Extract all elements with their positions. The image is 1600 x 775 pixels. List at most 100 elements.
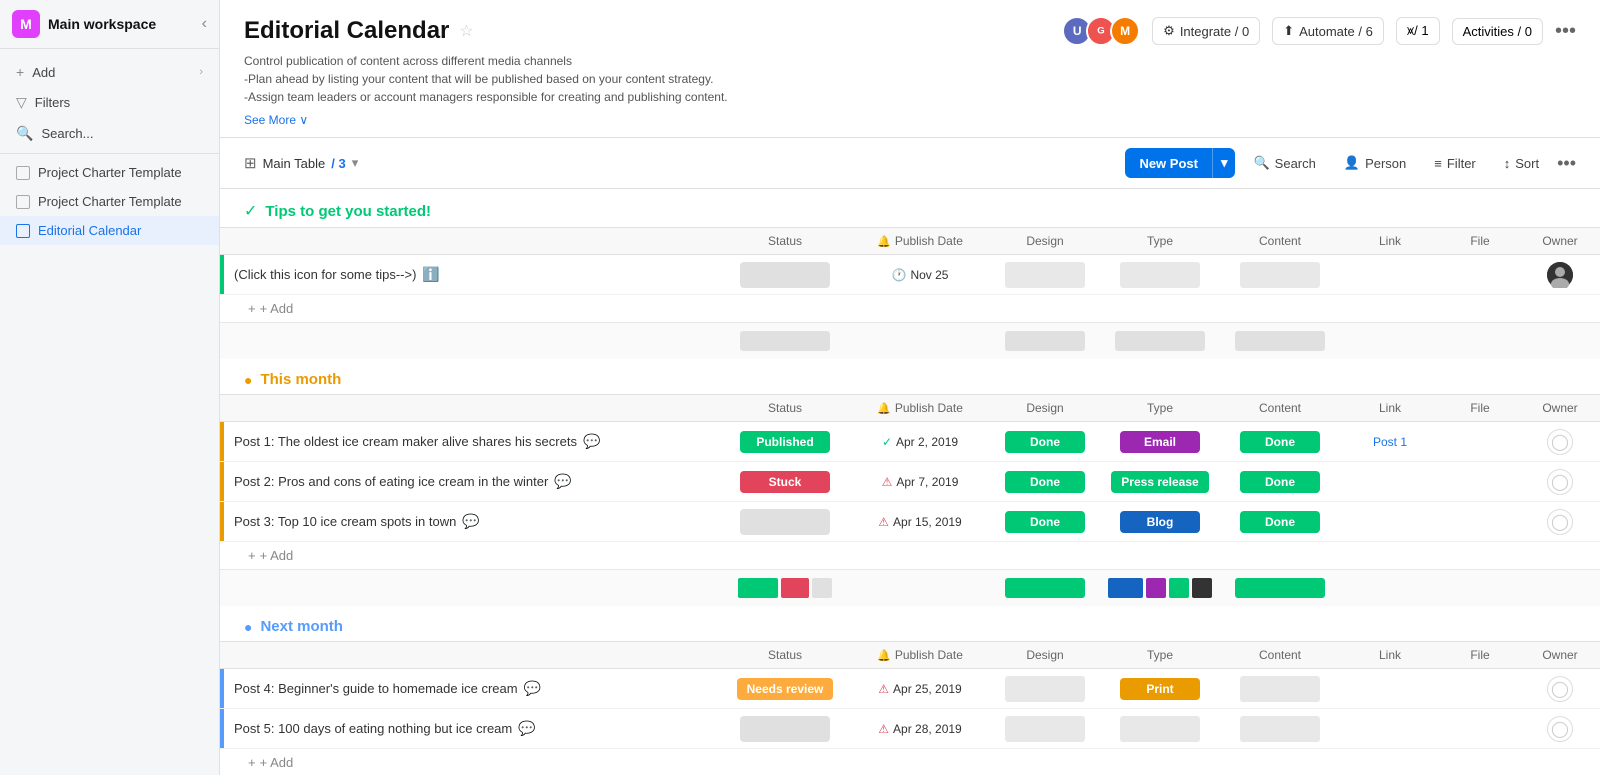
search-icon: 🔍 <box>16 125 33 142</box>
summary-owner <box>1520 337 1600 345</box>
chat-icon[interactable]: 💬 <box>583 433 600 450</box>
bar-email <box>1146 578 1166 598</box>
integrate-icon: ⚙ <box>1163 23 1175 39</box>
col-hdr-content-3: Content <box>1220 642 1340 668</box>
col-header-name <box>248 235 720 247</box>
summary-type <box>1100 327 1220 355</box>
empty-design <box>1005 262 1085 288</box>
toolbar-more-button[interactable]: ••• <box>1557 153 1576 174</box>
avatar-group: U G M <box>1062 16 1140 46</box>
sidebar-search-item[interactable]: 🔍 Search... <box>0 118 219 149</box>
integrate-label: Integrate / 0 <box>1180 24 1249 39</box>
publish-date: ⚠ Apr 7, 2019 <box>882 475 959 489</box>
sidebar-navigation: + Add › ▽ Filters 🔍 Search... Project Ch… <box>0 49 219 253</box>
sidebar-collapse-button[interactable]: ‹ <box>202 15 207 33</box>
cell-design[interactable]: Done <box>990 467 1100 497</box>
table-count: / 3 <box>331 156 345 171</box>
cell-status[interactable]: Needs review <box>720 674 850 704</box>
cell-design[interactable]: Done <box>990 507 1100 537</box>
table-name: Main Table <box>263 156 326 171</box>
summary-content-bar <box>1235 331 1325 351</box>
see-more-link[interactable]: See More ∨ <box>244 113 308 127</box>
cell-design <box>990 258 1100 292</box>
header-top-row: Editorial Calendar ☆ U G M ⚙ Integrate /… <box>244 16 1576 46</box>
cell-design[interactable]: Done <box>990 427 1100 457</box>
summary-publish <box>850 337 990 345</box>
add-label: + Add <box>260 301 294 316</box>
cell-status[interactable]: Published <box>720 427 850 457</box>
header-more-button[interactable]: ••• <box>1555 20 1576 43</box>
filter-button[interactable]: ≡ Filter <box>1424 150 1485 177</box>
owner-placeholder[interactable]: ◯ <box>1547 716 1573 742</box>
owner-placeholder[interactable]: ◯ <box>1547 429 1573 455</box>
project-icon <box>16 166 30 180</box>
cell-type[interactable]: Blog <box>1100 507 1220 537</box>
new-post-button[interactable]: New Post ▾ <box>1125 148 1235 178</box>
cell-link[interactable]: Post 1 <box>1340 431 1440 453</box>
chat-icon[interactable]: 💬 <box>554 473 571 490</box>
row-name-cell: Post 1: The oldest ice cream maker alive… <box>224 425 720 458</box>
group-this-month-header: ● This month <box>220 359 1600 394</box>
members-button[interactable]: ⩙/ 1 <box>1396 17 1440 45</box>
add-icon: + <box>248 755 256 770</box>
empty-status <box>740 262 830 288</box>
header-actions: U G M ⚙ Integrate / 0 ⬆ Automate / 6 ⩙/ … <box>1062 16 1576 46</box>
cell-content[interactable]: Done <box>1220 467 1340 497</box>
tip-icon[interactable]: ℹ️ <box>422 266 439 283</box>
cell-status[interactable] <box>720 712 850 746</box>
summary-content-bar-2 <box>1235 578 1325 598</box>
automate-icon: ⬆ <box>1283 23 1294 39</box>
sidebar-item-editorial-calendar[interactable]: Editorial Calendar <box>0 216 219 245</box>
cell-publish: 🕐 Nov 25 <box>850 264 990 286</box>
add-row-tips[interactable]: + + Add <box>220 295 1600 322</box>
chat-icon[interactable]: 💬 <box>524 680 541 697</box>
cell-file <box>1440 478 1520 486</box>
cell-status[interactable]: Stuck <box>720 467 850 497</box>
automate-button[interactable]: ⬆ Automate / 6 <box>1272 17 1384 45</box>
sort-button[interactable]: ↕ Sort <box>1494 150 1549 177</box>
owner-placeholder[interactable]: ◯ <box>1547 676 1573 702</box>
cell-status[interactable] <box>720 505 850 539</box>
group-next-month-title: Next month <box>260 618 343 635</box>
summary-type-bar <box>1115 331 1205 351</box>
cell-link <box>1340 271 1440 279</box>
row-name-cell: Post 3: Top 10 ice cream spots in town 💬 <box>224 505 720 538</box>
chat-icon[interactable]: 💬 <box>462 513 479 530</box>
table-row: Post 4: Beginner's guide to homemade ice… <box>220 669 1600 709</box>
chat-icon[interactable]: 💬 <box>518 720 535 737</box>
sidebar-filters-item[interactable]: ▽ Filters <box>0 87 219 118</box>
activities-button[interactable]: Activities / 0 <box>1452 18 1543 45</box>
cell-design[interactable] <box>990 672 1100 706</box>
sidebar-item-project-1[interactable]: Project Charter Template <box>0 158 219 187</box>
summary-design-bar-2 <box>1005 578 1085 598</box>
status-badge: Published <box>740 431 830 453</box>
favorite-star-icon[interactable]: ☆ <box>459 21 473 41</box>
search-button[interactable]: 🔍 Search <box>1243 149 1325 177</box>
cell-type[interactable]: Press release <box>1100 467 1220 497</box>
desc-line-1: Control publication of content across di… <box>244 52 944 70</box>
publish-date: ⚠ Apr 15, 2019 <box>878 515 961 529</box>
cell-type[interactable]: Email <box>1100 427 1220 457</box>
cell-file <box>1440 271 1520 279</box>
col-hdr-status-3: Status <box>720 642 850 668</box>
cell-content[interactable]: Done <box>1220 427 1340 457</box>
owner-placeholder[interactable]: ◯ <box>1547 509 1573 535</box>
cell-type[interactable]: Print <box>1100 674 1220 704</box>
date-val: Apr 15, 2019 <box>893 515 962 529</box>
link-value: Post 1 <box>1373 435 1407 449</box>
add-row-this-month[interactable]: + + Add <box>220 542 1600 569</box>
col-hdr-file-2: File <box>1440 395 1520 421</box>
new-post-label: New Post <box>1125 149 1212 178</box>
warning-icon: ⚠ <box>878 722 889 736</box>
row-name-cell: Post 2: Pros and cons of eating ice crea… <box>224 465 720 498</box>
owner-placeholder[interactable]: ◯ <box>1547 469 1573 495</box>
sidebar-item-project-2[interactable]: Project Charter Template <box>0 187 219 216</box>
integrate-button[interactable]: ⚙ Integrate / 0 <box>1152 17 1260 45</box>
table-selector[interactable]: ⊞ Main Table / 3 ▾ <box>244 154 358 172</box>
summary-design-bar <box>1005 331 1085 351</box>
avatar-3: M <box>1110 16 1140 46</box>
cell-content[interactable]: Done <box>1220 507 1340 537</box>
add-row-next-month[interactable]: + + Add <box>220 749 1600 775</box>
sidebar-add-item[interactable]: + Add › <box>0 57 219 87</box>
person-button[interactable]: 👤 Person <box>1334 149 1416 177</box>
